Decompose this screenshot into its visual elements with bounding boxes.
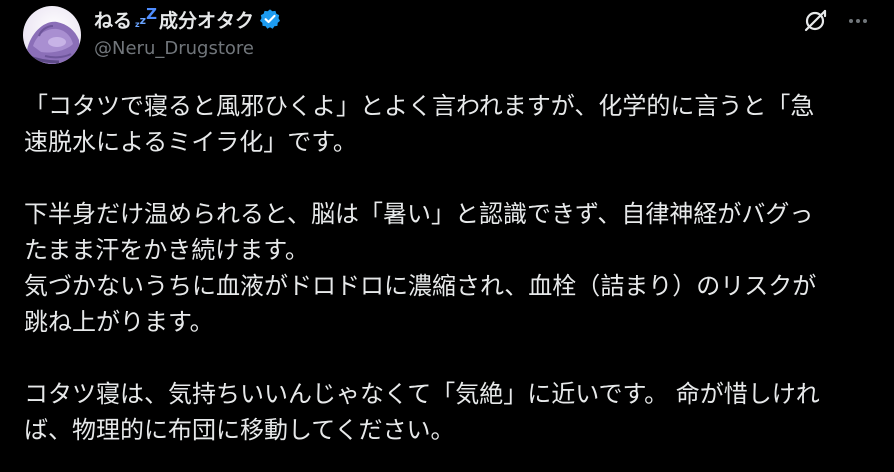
avatar-image <box>23 21 81 64</box>
verified-badge-icon <box>259 8 281 30</box>
author-name[interactable]: ねる z z Z 成分オタク <box>94 6 281 32</box>
author-name-part2: 成分オタク <box>158 9 254 32</box>
grok-icon <box>804 9 827 32</box>
post-paragraph-2: 下半身だけ温められると、脳は「暑い」と認識できず、自律神経がバグっ たまま汗をか… <box>24 196 874 268</box>
author-name-part1: ねる <box>94 9 133 32</box>
post-paragraph-4: コタツ寝は、気持ちいいんじゃなくて「気絶」に近いです。 命が惜しけれ ば、物理的… <box>24 376 874 448</box>
post-line: 「コタツで寝ると風邪ひくよ」とよく言われますが、化学的に言うと「急 <box>24 92 815 120</box>
more-options-button[interactable] <box>843 6 873 36</box>
post: ねる z z Z 成分オタク @Neru_Drugstore 「コタツで寝ると風… <box>0 0 894 472</box>
zzz-large: Z <box>146 5 157 23</box>
post-line: ば、物理的に布団に移動してください。 <box>24 416 455 444</box>
avatar[interactable] <box>23 6 81 64</box>
post-line: 跳ね上がります。 <box>24 308 214 336</box>
post-line: 下半身だけ温められると、脳は「暑い」と認識できず、自律神経がバグっ <box>24 200 814 228</box>
post-line: 気づかないうちに血液がドロドロに濃縮され、血栓（詰まり）のリスクが <box>24 272 817 300</box>
sleep-zzz-emoji: z z Z <box>135 5 157 30</box>
post-paragraph-1: 「コタツで寝ると風邪ひくよ」とよく言われますが、化学的に言うと「急 速脱水による… <box>24 88 874 160</box>
post-paragraph-3: 気づかないうちに血液がドロドロに濃縮され、血栓（詰まり）のリスクが 跳ね上がりま… <box>24 268 874 340</box>
post-text: 「コタツで寝ると風邪ひくよ」とよく言われますが、化学的に言うと「急 速脱水による… <box>24 88 874 448</box>
post-line: コタツ寝は、気持ちいいんじゃなくて「気絶」に近いです。 命が惜しけれ <box>24 380 820 408</box>
more-dots-icon <box>849 19 867 23</box>
grok-button[interactable] <box>800 6 830 36</box>
author-handle[interactable]: @Neru_Drugstore <box>94 38 254 59</box>
post-line: たまま汗をかき続けます。 <box>24 236 309 264</box>
post-line: 速脱水によるミイラ化」です。 <box>24 128 357 156</box>
